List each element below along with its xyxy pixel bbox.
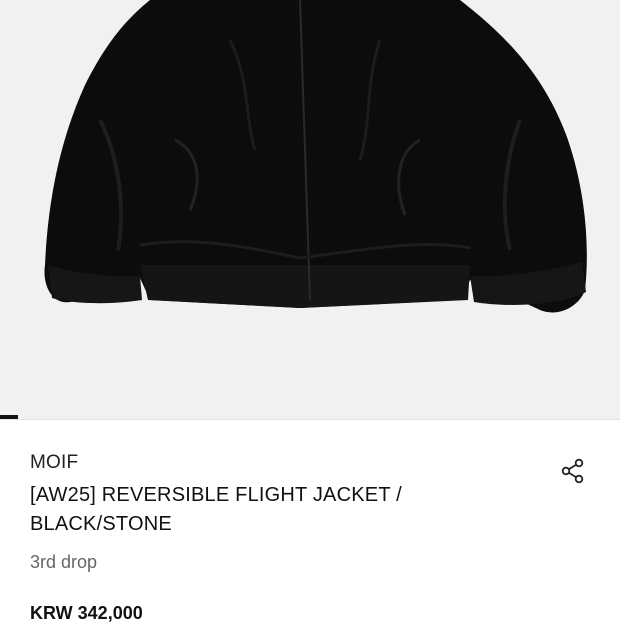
share-button[interactable] [558,456,588,486]
brand-name[interactable]: MOIF [30,452,78,474]
share-icon [561,458,584,484]
product-title: [AW25] REVERSIBLE FLIGHT JACKET / BLACK/… [30,484,402,535]
product-price: KRW 342,000 [30,603,143,623]
product-image [44,0,587,313]
product-subtitle: 3rd drop [30,552,98,572]
divider [0,419,620,420]
product-image-area[interactable] [0,0,620,420]
